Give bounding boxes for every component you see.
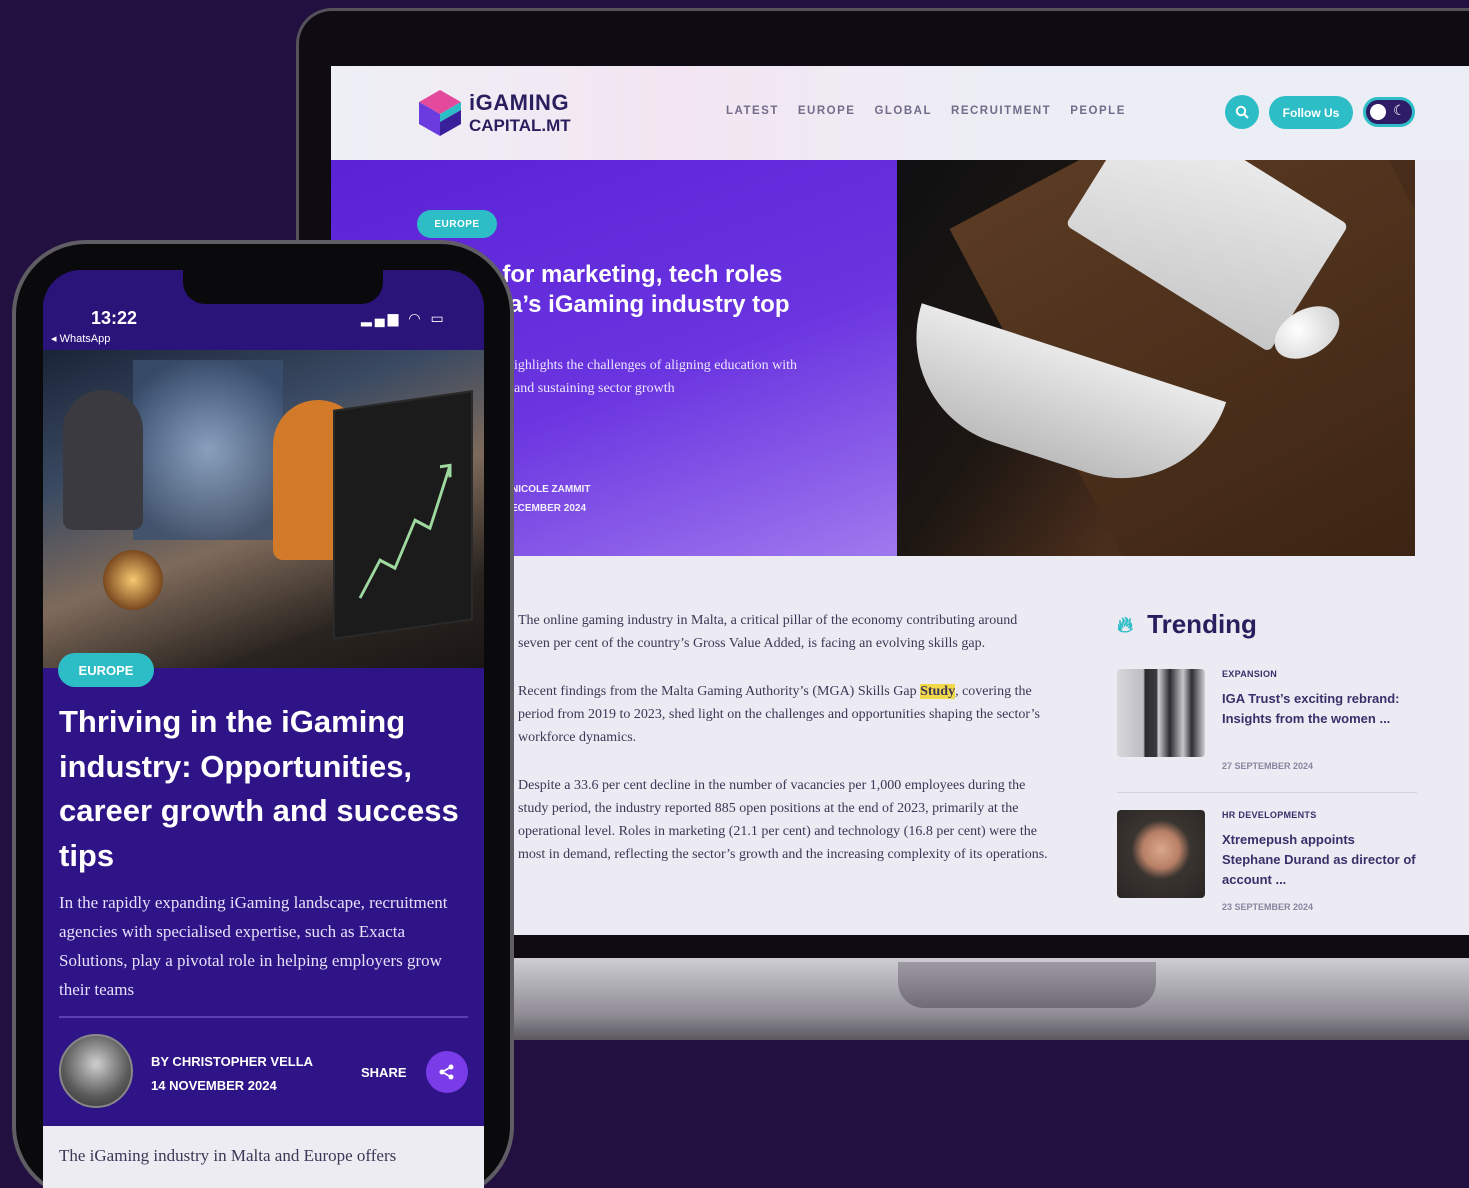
trending-category: EXPANSION — [1222, 669, 1278, 679]
hero-category-badge[interactable]: EUROPE — [417, 210, 497, 238]
laptop-hinge — [898, 962, 1156, 1008]
search-button[interactable] — [1225, 95, 1259, 129]
hero-image — [897, 160, 1415, 556]
logo-icon — [419, 90, 461, 136]
trending-item[interactable]: HR DEVELOPMENTS Xtremepush appoints Step… — [1117, 810, 1417, 930]
mobile-article-body: The iGaming industry in Malta and Europe… — [43, 1126, 484, 1188]
article-paragraph: Despite a 33.6 per cent decline in the n… — [518, 778, 1048, 862]
mobile-author: BY CHRISTOPHER VELLA — [151, 1054, 314, 1069]
hero-date: ECEMBER 2024 — [511, 503, 587, 514]
main-nav: LATEST EUROPE GLOBAL RECRUITMENT PEOPLE — [726, 105, 1126, 117]
trending-headline[interactable]: IGA Trust’s exciting rebrand: Insights f… — [1222, 689, 1417, 729]
study-link[interactable]: Study — [920, 684, 956, 699]
logo-line2: CAPITAL.MT — [469, 116, 571, 135]
article-image — [43, 350, 484, 668]
article-paragraph: Recent findings from the Malta Gaming Au… — [518, 680, 1048, 749]
trending-thumbnail — [1117, 669, 1205, 757]
nav-item-europe[interactable]: EUROPE — [798, 105, 856, 117]
moon-icon: ☾ — [1393, 102, 1406, 118]
follow-us-button[interactable]: Follow Us — [1269, 96, 1353, 129]
trending-heading: 🔥︎ Trending — [1117, 609, 1417, 640]
share-label: SHARE — [361, 1065, 407, 1080]
article-body: The online gaming industry in Malta, a c… — [518, 609, 1048, 891]
person-left — [63, 390, 143, 530]
divider — [1117, 792, 1417, 793]
share-icon — [439, 1064, 454, 1080]
search-icon — [1235, 105, 1249, 119]
lamp-glow — [103, 550, 163, 610]
hero-author: NICOLE ZAMMIT — [511, 484, 591, 495]
status-time: 13:22 — [91, 308, 138, 328]
hero-title[interactable]: d for marketing, tech roles alta’s iGami… — [481, 260, 881, 320]
trending-sidebar: 🔥︎ Trending — [1117, 609, 1417, 640]
toggle-knob — [1370, 104, 1386, 120]
phone-notch — [183, 270, 383, 304]
chart-easel — [333, 390, 473, 640]
mobile-article-subtitle: In the rapidly expanding iGaming landsca… — [59, 893, 448, 999]
hero-subtitle: ighlights the challenges of aligning edu… — [514, 358, 798, 396]
logo-line1: iGAMING — [469, 90, 570, 115]
dark-mode-toggle[interactable]: ☾ — [1363, 97, 1415, 127]
mobile-byline: BY CHRISTOPHER VELLA 14 NOVEMBER 2024 — [151, 1050, 313, 1098]
growth-chart-icon — [358, 463, 452, 599]
mobile-category-badge[interactable]: EUROPE — [58, 653, 154, 687]
signal-icon: ▂▄▆ — [361, 310, 402, 326]
mobile-body-text: The iGaming industry in Malta and Europe… — [59, 1146, 397, 1165]
wifi-icon: ◠ — [408, 310, 424, 326]
trending-item[interactable]: EXPANSION IGA Trust’s exciting rebrand: … — [1117, 669, 1417, 789]
share-button[interactable] — [426, 1051, 468, 1093]
battery-icon: ▭ — [430, 310, 447, 326]
flame-icon: 🔥︎ — [1117, 611, 1134, 637]
back-to-whatsapp[interactable]: ◂ WhatsApp — [51, 332, 110, 345]
trending-category: HR DEVELOPMENTS — [1222, 810, 1317, 820]
hero-byline: NICOLE ZAMMIT ECEMBER 2024 — [511, 480, 590, 518]
site-header: iGAMING CAPITAL.MT LATEST EUROPE GLOBAL … — [331, 66, 1469, 160]
site-logo[interactable]: iGAMING CAPITAL.MT — [417, 88, 577, 140]
status-bar: 13:22 ◂ WhatsApp ▂▄▆ ◠ ▭ — [43, 270, 484, 350]
article-paragraph: The online gaming industry in Malta, a c… — [518, 613, 1018, 651]
article-text: Recent findings from the Malta Gaming Au… — [518, 684, 921, 699]
mobile-article-title: Thriving in the iGaming industry: Opport… — [59, 704, 459, 873]
status-icons: ▂▄▆ ◠ ▭ — [361, 310, 447, 327]
author-avatar — [59, 1034, 133, 1108]
divider — [59, 1016, 468, 1018]
trending-date: 23 SEPTEMBER 2024 — [1222, 902, 1314, 912]
mobile-date: 14 NOVEMBER 2024 — [151, 1078, 277, 1093]
nav-item-global[interactable]: GLOBAL — [874, 105, 932, 117]
trending-thumbnail — [1117, 810, 1205, 898]
nav-item-latest[interactable]: LATEST — [726, 105, 779, 117]
nav-item-people[interactable]: PEOPLE — [1070, 105, 1126, 117]
window-light — [133, 360, 283, 540]
mobile-website: 13:22 ◂ WhatsApp ▂▄▆ ◠ ▭ EUROPE Thriving… — [43, 270, 484, 1188]
trending-title: Trending — [1147, 609, 1257, 639]
trending-date: 27 SEPTEMBER 2024 — [1222, 761, 1314, 771]
nav-item-recruitment[interactable]: RECRUITMENT — [951, 105, 1051, 117]
trending-headline[interactable]: Xtremepush appoints Stephane Durand as d… — [1222, 830, 1417, 890]
